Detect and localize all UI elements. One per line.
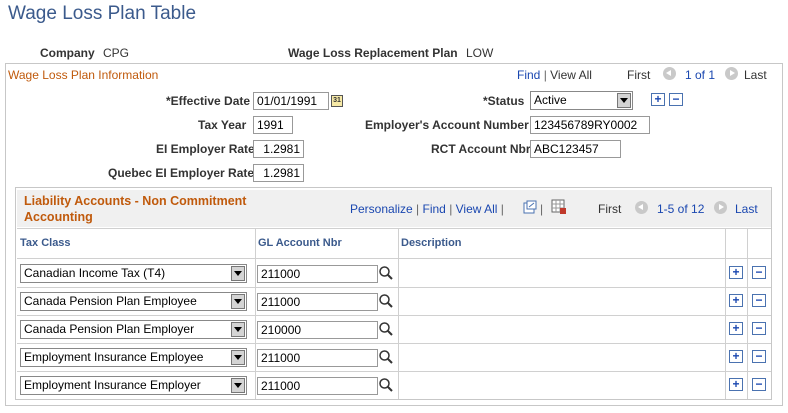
status-select-value: Active [534,93,567,107]
previous-arrow-icon [635,201,648,214]
section-view-all[interactable]: View All [550,68,592,82]
status-select[interactable]: Active [530,91,633,110]
tax-year-label: Tax Year [198,118,247,132]
plan-value: LOW [466,46,494,60]
row-divider [17,371,771,372]
delete-row-button[interactable]: − [752,294,766,307]
grid-range: 1-5 of 12 [657,202,705,216]
chevron-down-icon[interactable] [231,294,245,309]
effective-date-input[interactable]: 01/01/1991 [253,92,329,110]
add-row-button[interactable]: + [729,266,743,279]
search-icon[interactable] [378,349,394,365]
row-divider [17,315,771,316]
grid-nav-links: Personalize | Find | View All | [350,202,504,216]
delete-row-button[interactable]: − [669,93,683,106]
chevron-down-icon[interactable] [231,266,245,281]
calendar-icon[interactable]: 31 [331,95,343,107]
tax-class-select[interactable]: Employment Insurance Employer [20,376,247,395]
section-title: Wage Loss Plan Information [8,68,159,82]
gl-account-input[interactable]: 211000 [257,349,378,367]
column-header-description[interactable]: Description [401,237,462,249]
separator: | [500,202,504,216]
delete-row-button[interactable]: − [752,350,766,363]
search-icon[interactable] [378,321,394,337]
row-divider [17,287,771,288]
tax-class-select[interactable]: Canadian Income Tax (T4) [20,264,247,283]
section-find-link[interactable]: Find [517,68,540,82]
row-divider [17,343,771,344]
employer-account-input[interactable]: 123456789RY0002 [530,116,650,134]
company-value: CPG [103,46,130,60]
column-divider [398,229,399,399]
quebec-rate-input[interactable]: 1.2981 [253,164,304,182]
rct-label: RCT Account Nbr [431,142,531,156]
gl-account-input[interactable]: 211000 [257,377,378,395]
gl-account-input[interactable]: 211000 [257,265,378,283]
section-range: 1 of 1 [685,68,716,82]
add-row-button[interactable]: + [729,350,743,363]
section-nav: Find | View All [517,68,592,82]
status-label: *Status [483,94,525,108]
quebec-rate-label: Quebec EI Employer Rate [108,166,255,180]
grid-last-link[interactable]: Last [735,202,758,216]
gl-account-input[interactable]: 210000 [257,321,378,339]
tax-class-select[interactable]: Canada Pension Plan Employee [20,292,247,311]
tax-year-input[interactable]: 1991 [253,116,293,134]
column-divider [747,229,748,399]
grid-title-line1: Liability Accounts - Non Commitment [24,194,247,208]
plan-label: Wage Loss Replacement Plan [288,46,458,60]
tax-class-value: Canada Pension Plan Employer [24,322,195,336]
tax-class-select[interactable]: Employment Insurance Employee [20,348,247,367]
grid-title: Liability Accounts - Non Commitment Acco… [24,193,246,225]
personalize-link[interactable]: Personalize [350,202,413,216]
tax-class-select[interactable]: Canada Pension Plan Employer [20,320,247,339]
chevron-down-icon[interactable] [231,350,245,365]
grid-title-line2: Accounting [24,210,93,224]
add-row-button[interactable]: + [729,322,743,335]
delete-row-button[interactable]: − [752,322,766,335]
search-icon[interactable] [378,293,394,309]
column-divider [725,229,726,399]
add-row-button[interactable]: + [729,294,743,307]
gl-account-input[interactable]: 211000 [257,293,378,311]
column-divider [255,229,256,399]
add-row-button[interactable]: + [651,93,665,106]
next-arrow-icon [714,201,727,214]
grid-view-all-link[interactable]: View All [456,202,498,216]
tax-class-value: Employment Insurance Employee [24,350,204,364]
download-spreadsheet-icon[interactable] [551,199,567,215]
add-row-button[interactable]: + [729,378,743,391]
page-title: Wage Loss Plan Table [8,3,197,24]
separator: | [540,202,544,216]
ei-rate-label: EI Employer Rate [156,142,255,156]
previous-arrow-icon [663,67,676,80]
ei-rate-input[interactable]: 1.2981 [253,140,304,158]
effective-date-label: *Effective Date [166,94,251,108]
delete-row-button[interactable]: − [752,378,766,391]
tax-class-value: Canada Pension Plan Employee [24,294,197,308]
chevron-down-icon[interactable] [231,378,245,393]
divider [17,228,771,229]
tax-class-value: Employment Insurance Employer [24,378,201,392]
rct-input[interactable]: ABC123457 [530,140,621,158]
section-last-label: Last [744,68,767,82]
tax-class-value: Canadian Income Tax (T4) [24,266,166,280]
company-label: Company [40,46,95,60]
grid-first-label: First [598,202,622,216]
search-icon[interactable] [378,377,394,393]
next-arrow-icon [725,67,738,80]
employer-account-label: Employer's Account Number [365,118,529,132]
chevron-down-icon[interactable] [617,93,631,108]
grid-find-link[interactable]: Find [423,202,446,216]
divider [17,258,771,259]
chevron-down-icon[interactable] [231,322,245,337]
new-window-icon[interactable] [523,200,537,214]
search-icon[interactable] [378,265,394,281]
column-header-gl-account[interactable]: GL Account Nbr [258,237,342,249]
delete-row-button[interactable]: − [752,266,766,279]
section-first-label: First [627,68,651,82]
column-header-tax-class[interactable]: Tax Class [20,237,71,249]
